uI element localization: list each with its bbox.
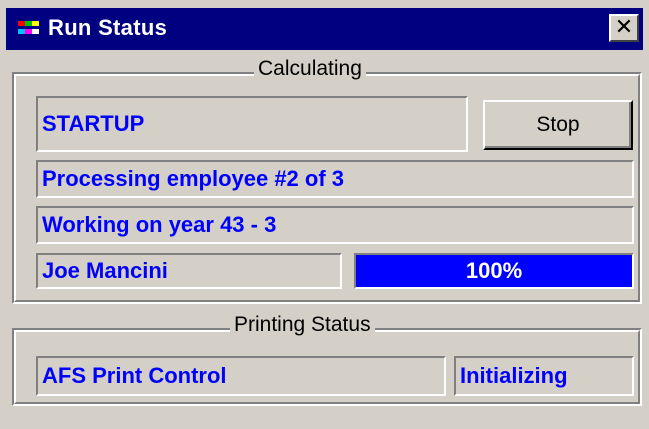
progress-label: 100% xyxy=(465,258,523,283)
calculating-group-label: Calculating xyxy=(254,57,366,81)
stop-button[interactable]: Stop xyxy=(483,100,633,150)
close-icon: ✕ xyxy=(614,14,634,39)
app-icon xyxy=(18,21,40,37)
run-status-window: Run Status ✕ Calculating STARTUP Stop Pr… xyxy=(0,0,649,429)
close-button[interactable]: ✕ xyxy=(609,14,639,42)
employee-name-field: Joe Mancini xyxy=(36,253,342,289)
progress-bar: 100% xyxy=(354,253,634,289)
employee-status-field: Processing employee #2 of 3 xyxy=(36,160,634,198)
print-component-field: AFS Print Control xyxy=(36,356,446,396)
phase-field: STARTUP xyxy=(36,96,468,152)
year-status-field: Working on year 43 - 3 xyxy=(36,206,634,244)
title-bar[interactable]: Run Status ✕ xyxy=(6,8,643,50)
print-state-field: Initializing xyxy=(454,356,634,396)
window-title: Run Status xyxy=(48,15,168,40)
printing-group-label: Printing Status xyxy=(230,313,375,337)
